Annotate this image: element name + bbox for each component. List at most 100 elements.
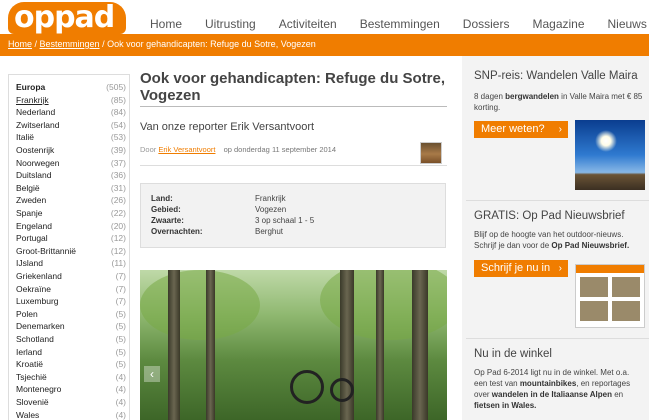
nav-home[interactable]: Home (150, 17, 182, 31)
sidebar-item-count: (11) (111, 258, 127, 269)
nav-magazine[interactable]: Magazine (532, 17, 584, 31)
sidebar-item-label: Italië (16, 132, 34, 143)
sidebar-item-count: (4) (115, 384, 126, 395)
sidebar-item[interactable]: Tsjechië (4) (16, 372, 126, 385)
article-subtitle: Van onze reporter Erik Versantvoort (140, 121, 315, 133)
sidebar-item[interactable]: Oekraïne (7) (16, 284, 126, 297)
sidebar-item-label: Duitsland (16, 170, 52, 181)
snp-text-bold: bergwandelen (505, 92, 559, 101)
sidebar-item-count: (4) (115, 371, 126, 382)
sidebar-item-count: (5) (115, 321, 126, 332)
oppad-logo[interactable]: oppad (8, 0, 126, 35)
foliage (140, 270, 260, 340)
snp-text-part: 8 dagen (474, 92, 506, 101)
sidebar-item[interactable]: Wales (4) (16, 410, 126, 420)
info-key: Land: (151, 194, 173, 203)
sidebar-item-label: Noorwegen (16, 157, 60, 168)
sidebar-item[interactable]: Luxemburg (7) (16, 296, 126, 309)
shop-title[interactable]: Nu in de winkel (474, 348, 552, 360)
sidebar-item-label: Oekraïne (16, 283, 51, 294)
sidebar-item-label: Griekenland (16, 271, 62, 281)
sidebar-item[interactable]: Denemarken (5) (16, 321, 126, 334)
info-key: Overnachten: (151, 227, 203, 236)
section-divider (466, 338, 649, 339)
sidebar-item[interactable]: Zwitserland (54) (16, 120, 126, 133)
newsletter-text: Blijf op de hoogte van het outdoor-nieuw… (474, 229, 644, 251)
info-row-land: Land: Frankrijk (151, 194, 441, 205)
sidebar-item-label: Spanje (16, 208, 43, 218)
shop-text-bold: fietsen in Wales. (474, 401, 537, 410)
sidebar-item-label: Kroatië (16, 359, 43, 370)
breadcrumb-home[interactable]: Home (8, 39, 32, 49)
sidebar-item-label: Europa (16, 82, 46, 92)
chevron-left-icon[interactable]: ‹ (144, 366, 160, 382)
sidebar-item-count: (5) (115, 334, 126, 344)
sidebar-item[interactable]: Griekenland (7) (16, 271, 126, 284)
newsletter-preview-image[interactable] (575, 264, 645, 328)
breadcrumb-bar: Home / Bestemmingen / Ook voor gehandica… (0, 34, 649, 56)
sidebar-item-count: (31) (110, 182, 126, 193)
newsletter-thumb (612, 277, 640, 297)
snp-title[interactable]: SNP-reis: Wandelen Valle Maira (474, 70, 638, 82)
sidebar-item[interactable]: België (31) (16, 183, 126, 196)
breadcrumb-section[interactable]: Bestemmingen (40, 39, 100, 49)
snp-button-label: Meer weten? (481, 123, 545, 135)
sidebar-item[interactable]: Italië (53) (16, 132, 126, 145)
byline: Door Erik Versantvoort op donderdag 11 s… (140, 145, 336, 154)
nav-dossiers[interactable]: Dossiers (463, 17, 510, 31)
wheelchair-wheel (330, 378, 354, 402)
sidebar-item[interactable]: Slovenië (4) (16, 397, 126, 410)
sidebar-region-europa[interactable]: Europa (505) (16, 82, 126, 95)
sidebar-item-label: Ierland (16, 346, 42, 357)
sidebar-item[interactable]: Groot-Brittannië (12) (16, 246, 126, 259)
sidebar-item[interactable]: Montenegro (4) (16, 384, 126, 397)
sidebar-item[interactable]: Spanje (22) (16, 208, 126, 221)
info-row-gebied: Gebied: Vogezen (151, 205, 441, 216)
sidebar-item-label: Portugal (16, 233, 48, 244)
sidebar-item[interactable]: Ierland (5) (16, 347, 126, 360)
sidebar-item-label: Luxemburg (16, 296, 59, 307)
sidebar-item-label: Engeland (16, 220, 52, 231)
breadcrumb: Home / Bestemmingen / Ook voor gehandica… (8, 39, 316, 49)
nav-activiteiten[interactable]: Activiteiten (279, 17, 337, 31)
nav-uitrusting[interactable]: Uitrusting (205, 17, 256, 31)
sidebar-item-count: (5) (115, 308, 126, 319)
sidebar-item[interactable]: Polen (5) (16, 309, 126, 322)
sidebar-item[interactable]: Zweden (26) (16, 195, 126, 208)
sidebar-item[interactable]: Engeland (20) (16, 221, 126, 234)
nav-bestemmingen[interactable]: Bestemmingen (360, 17, 440, 31)
newsletter-subscribe-button[interactable]: Schrijf je nu in › (474, 260, 568, 277)
sidebar-item[interactable]: Nederland (84) (16, 107, 126, 120)
sidebar-item[interactable]: IJsland (11) (16, 258, 126, 271)
snp-more-button[interactable]: Meer weten? › (474, 121, 568, 138)
tree-trunk (206, 270, 215, 420)
article-photo-slider[interactable]: ‹ (140, 270, 447, 420)
snp-mountain-image[interactable] (575, 120, 645, 190)
breadcrumb-separator: / (32, 39, 40, 49)
sidebar-item-count: (20) (110, 220, 126, 231)
sidebar-item[interactable]: Noorwegen (37) (16, 158, 126, 171)
author-avatar[interactable] (420, 142, 442, 164)
newsletter-title[interactable]: GRATIS: Op Pad Nieuwsbrief (474, 210, 625, 222)
shop-text-bold: mountainbikes (519, 379, 577, 388)
sidebar-item[interactable]: Frankrijk (85) (16, 95, 126, 108)
sidebar-item-count: (39) (110, 145, 126, 155)
sidebar-item-label: Nederland (16, 107, 56, 118)
nav-nieuws[interactable]: Nieuws (608, 17, 647, 31)
header: oppad Home Uitrusting Activiteiten Beste… (0, 0, 649, 35)
sidebar-item[interactable]: Portugal (12) (16, 233, 126, 246)
sidebar-item-label: IJsland (16, 258, 43, 269)
sidebar-item-count: (53) (110, 132, 126, 143)
sidebar-item-label: Oostenrijk (16, 145, 55, 155)
snp-text: 8 dagen bergwandelen in Valle Maira met … (474, 91, 644, 113)
breadcrumb-separator: / (99, 39, 108, 49)
sidebar-item-count: (22) (110, 208, 126, 218)
sidebar-item[interactable]: Oostenrijk (39) (16, 145, 126, 158)
info-key: Zwaarte: (151, 216, 184, 225)
sidebar-item[interactable]: Duitsland (36) (16, 170, 126, 183)
sidebar-item[interactable]: Schotland (5) (16, 334, 126, 347)
sidebar-item[interactable]: Kroatië (5) (16, 359, 126, 372)
newsletter-header-strip (576, 265, 644, 273)
author-link[interactable]: Erik Versantvoort (158, 145, 215, 154)
article-date: op donderdag 11 september 2014 (223, 145, 337, 154)
